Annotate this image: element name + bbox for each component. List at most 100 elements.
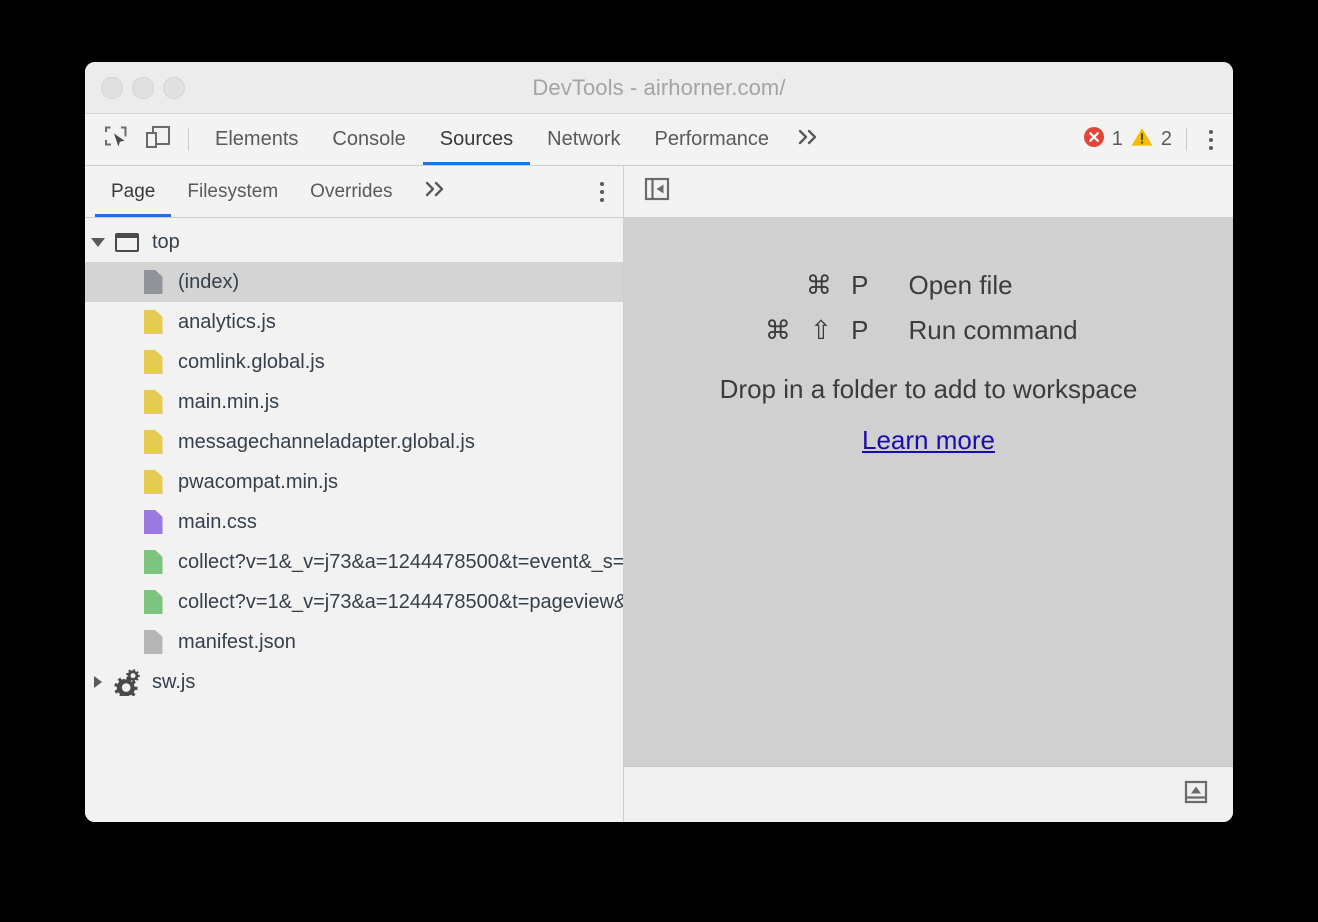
tabs-overflow-button[interactable] [786,114,836,165]
tab-sources[interactable]: Sources [423,114,530,165]
warning-count: 2 [1161,128,1172,151]
tree-item-label: collect?v=1&_v=j73&a=1244478500&t=pagevi… [178,591,623,614]
tree-item-label: pwacompat.min.js [178,471,338,494]
tree-item-label: analytics.js [178,311,276,334]
tree-item-index[interactable]: (index) [85,262,623,302]
tree-item-label: manifest.json [178,631,296,654]
inspect-element-button[interactable] [95,114,137,165]
document-icon [137,270,169,294]
tab-console[interactable]: Console [315,114,422,165]
document-icon [137,310,169,334]
tree-item-main-min-js[interactable]: main.min.js [85,382,623,422]
document-icon [137,550,169,574]
window-controls [101,77,185,99]
tree-item-label: (index) [178,271,239,294]
navigator-more-options-button[interactable] [581,166,623,217]
shortcut-run-command: ⌘ ⇧ P Run command [669,315,1189,346]
panel-split: Page Filesystem Overrides [85,166,1233,822]
tree-item-label: comlink.global.js [178,351,325,374]
close-button[interactable] [101,77,123,99]
tree-item-main-css[interactable]: main.css [85,502,623,542]
learn-more-link[interactable]: Learn more [862,425,995,456]
zoom-button[interactable] [163,77,185,99]
inspect-element-icon [103,124,129,155]
nav-tab-overrides[interactable]: Overrides [294,166,408,217]
tree-item-label: messagechanneladapter.global.js [178,431,475,454]
toolbar-spacer [836,114,1083,165]
chevron-double-right-icon [423,179,449,204]
main-toolbar: Elements Console Sources Network Perform… [85,114,1233,166]
file-tree[interactable]: top (index) [85,218,623,822]
navigator-overflow-button[interactable] [409,166,463,217]
toolbar-divider [188,128,189,151]
document-icon [137,430,169,454]
shortcut-open-file: ⌘ P Open file [669,270,1189,301]
editor-empty-state: ⌘ P Open file ⌘ ⇧ P Run command Drop in … [624,218,1233,766]
error-icon [1083,126,1105,153]
tab-console-label: Console [332,128,405,151]
minimize-button[interactable] [132,77,154,99]
warning-icon [1130,126,1154,153]
shortcut-run-command-label: Run command [909,315,1189,346]
frame-icon [111,233,143,252]
navigator-tabbar: Page Filesystem Overrides [85,166,623,218]
tab-network-label: Network [547,128,620,151]
more-options-icon [1209,130,1213,150]
editor-pane: ⌘ P Open file ⌘ ⇧ P Run command Drop in … [624,166,1233,822]
tab-elements[interactable]: Elements [198,114,315,165]
tab-performance-label: Performance [655,128,770,151]
tree-item-collect-pageview[interactable]: collect?v=1&_v=j73&a=1244478500&t=pagevi… [85,582,623,622]
tab-network[interactable]: Network [530,114,637,165]
tree-item-sw-js[interactable]: sw.js [85,662,623,702]
nav-tab-filesystem[interactable]: Filesystem [171,166,294,217]
collapse-sidebar-icon [643,176,671,207]
navigator-tabbar-spacer [463,166,581,217]
nav-tab-page[interactable]: Page [95,166,171,217]
disclosure-triangle-expanded[interactable] [85,238,111,247]
nav-tab-page-label: Page [111,181,155,203]
shortcut-open-file-keys: ⌘ P [669,270,909,301]
document-icon [137,390,169,414]
toolbar-divider-right [1186,128,1187,151]
more-options-icon [600,182,604,202]
service-worker-icon [111,668,143,696]
document-icon [137,470,169,494]
nav-tab-overrides-label: Overrides [310,181,392,203]
tree-item-collect-event[interactable]: collect?v=1&_v=j73&a=1244478500&t=event&… [85,542,623,582]
document-icon [137,590,169,614]
tree-item-pwacompat-min-js[interactable]: pwacompat.min.js [85,462,623,502]
show-drawer-button[interactable] [1179,778,1213,812]
tab-elements-label: Elements [215,128,298,151]
issue-counters[interactable]: 1 2 [1083,114,1184,165]
tree-item-comlink-global-js[interactable]: comlink.global.js [85,342,623,382]
tree-item-label: sw.js [152,671,195,694]
nav-tab-filesystem-label: Filesystem [187,181,278,203]
tree-item-top[interactable]: top [85,222,623,262]
tree-item-analytics-js[interactable]: analytics.js [85,302,623,342]
tree-item-label: main.min.js [178,391,279,414]
devtools-window: DevTools - airhorner.com/ Eleme [85,62,1233,822]
document-icon [137,630,169,654]
error-count: 1 [1112,128,1123,151]
workspace-dropzone-text: Drop in a folder to add to workspace [720,374,1138,405]
sources-navigator: Page Filesystem Overrides [85,166,624,822]
collapse-sidebar-button[interactable] [640,175,674,209]
device-toolbar-icon [144,124,172,155]
disclosure-triangle-collapsed[interactable] [85,676,111,688]
document-icon [137,350,169,374]
tab-performance[interactable]: Performance [638,114,787,165]
tree-item-messagechanneladapter-global-js[interactable]: messagechanneladapter.global.js [85,422,623,462]
tree-item-manifest-json[interactable]: manifest.json [85,622,623,662]
shortcut-run-command-keys: ⌘ ⇧ P [669,315,909,346]
editor-toolbar [624,166,1233,218]
tab-sources-label: Sources [440,128,513,151]
chevron-double-right-icon [796,127,822,152]
show-drawer-icon [1182,779,1210,810]
editor-statusbar [624,766,1233,822]
device-toolbar-button[interactable] [137,114,179,165]
tree-item-label: top [152,231,180,254]
window-title: DevTools - airhorner.com/ [85,75,1233,101]
tree-item-label: collect?v=1&_v=j73&a=1244478500&t=event&… [178,551,623,574]
more-options-button[interactable] [1189,114,1233,165]
shortcut-open-file-label: Open file [909,270,1189,301]
